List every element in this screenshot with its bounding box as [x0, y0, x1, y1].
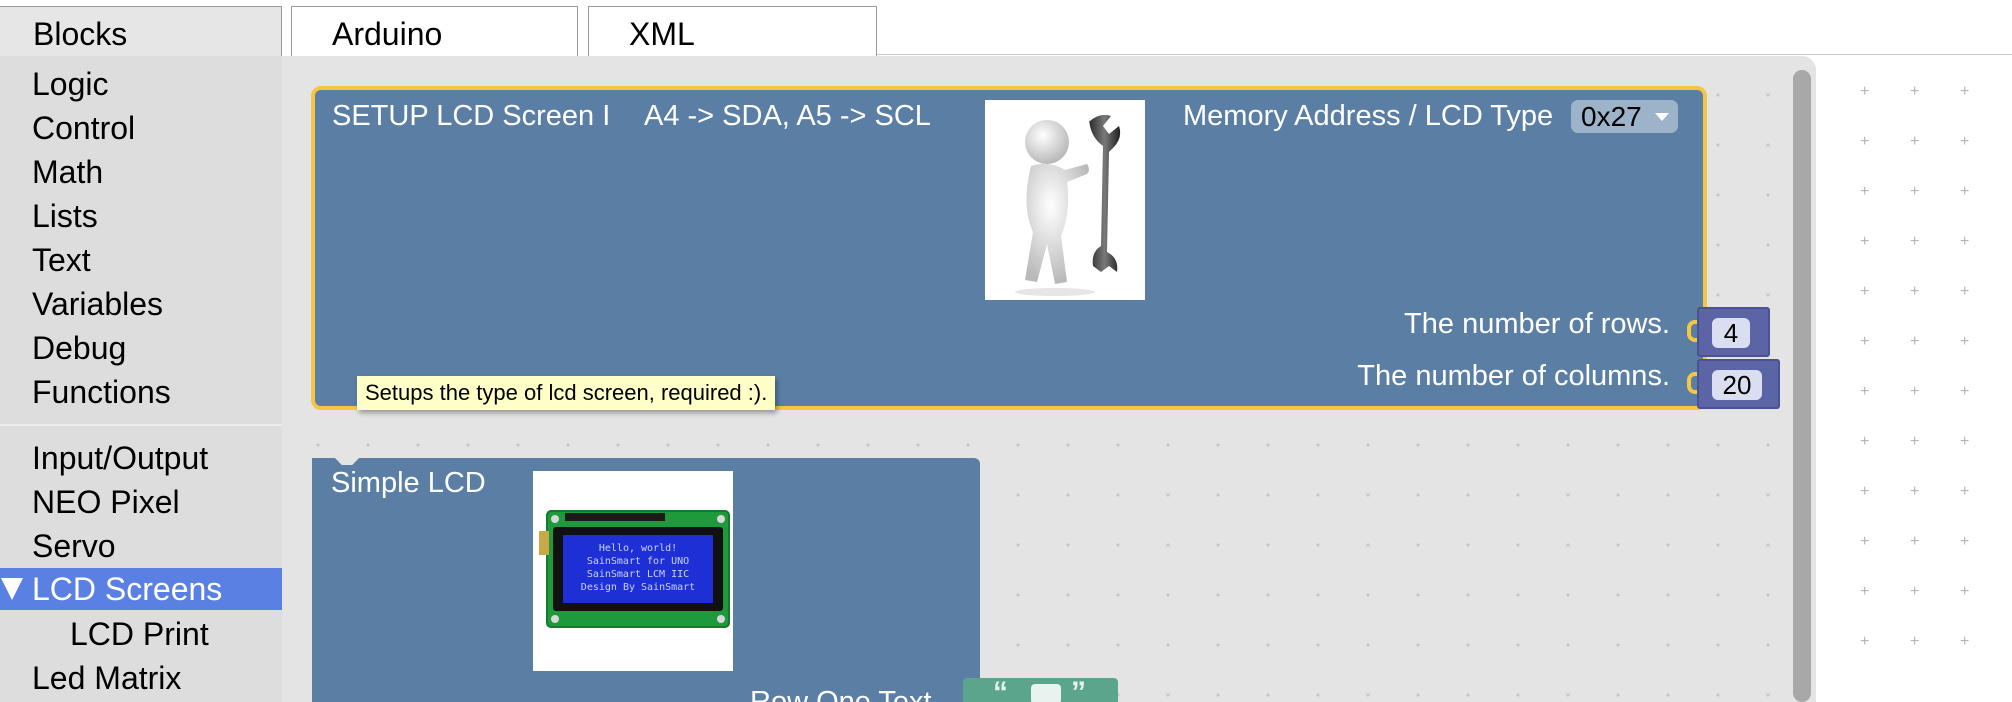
grid-plus-icon: + — [1860, 83, 1870, 100]
workspace-vertical-scrollbar[interactable] — [1793, 70, 1811, 702]
tab-blocks[interactable]: Blocks — [0, 6, 282, 56]
chevron-down-icon — [1654, 113, 1669, 121]
grid-plus-icon: + — [1860, 283, 1870, 300]
columns-number-field[interactable]: 20 — [1712, 370, 1762, 400]
toolbox-category-text[interactable]: Text — [32, 240, 91, 280]
toolbox-category-neo-pixel[interactable]: NEO Pixel — [32, 482, 180, 522]
toolbox-selected-label: LCD Screens — [32, 571, 223, 607]
grid-plus-icon: + — [1910, 633, 1920, 650]
columns-label: The number of columns. — [1357, 360, 1670, 392]
tab-divider — [877, 54, 2012, 55]
lcd-line-1: Hello, world! — [599, 543, 677, 554]
grid-plus-icon: + — [1960, 133, 1970, 150]
lcd-type-dropdown-value: 0x27 — [1581, 101, 1642, 132]
rows-number-block[interactable]: 4 — [1697, 307, 1770, 357]
toolbox-category-lcd-screens[interactable]: LCD Screens — [0, 568, 282, 610]
toolbox-category-led-matrix[interactable]: Led Matrix — [32, 658, 181, 698]
row-one-text-label: Row One Text — [750, 686, 932, 702]
grid-plus-icon: + — [1960, 433, 1970, 450]
memory-address-label: Memory Address / LCD Type — [1183, 100, 1554, 132]
workspace-margin: + + + + + + + + + + + + + + + + + + + + … — [1816, 56, 2012, 702]
tab-xml[interactable]: XML — [588, 6, 877, 56]
grid-plus-icon: + — [1960, 483, 1970, 500]
grid-plus-icon: + — [1860, 483, 1870, 500]
grid-plus-icon: + — [1860, 583, 1870, 600]
grid-plus-icon: + — [1910, 233, 1920, 250]
grid-plus-icon: + — [1860, 383, 1870, 400]
grid-plus-icon: + — [1860, 133, 1870, 150]
grid-plus-icon: + — [1910, 283, 1920, 300]
grid-plus-icon: + — [1910, 133, 1920, 150]
close-quote-icon: ” — [1071, 676, 1086, 702]
grid-plus-icon: + — [1960, 383, 1970, 400]
rows-number-field[interactable]: 4 — [1712, 318, 1750, 348]
grid-plus-icon: + — [1860, 533, 1870, 550]
toolbox-category-servo[interactable]: Servo — [32, 526, 116, 566]
toolbox-category-debug[interactable]: Debug — [32, 328, 126, 368]
setup-lcd-block[interactable]: SETUP LCD Screen I A4 -> SDA, A5 -> SCL — [311, 86, 1707, 410]
grid-plus-icon: + — [1960, 183, 1970, 200]
grid-plus-icon: + — [1910, 383, 1920, 400]
grid-plus-icon: + — [1860, 633, 1870, 650]
grid-plus-icon: + — [1860, 333, 1870, 350]
grid-plus-icon: + — [1910, 483, 1920, 500]
text-string-block[interactable]: “ ” — [963, 676, 1118, 702]
block-tooltip: Setups the type of lcd screen, required … — [357, 376, 776, 410]
grid-plus-icon: + — [1960, 333, 1970, 350]
grid-plus-icon: + — [1910, 433, 1920, 450]
toolbox-category-functions[interactable]: Functions — [32, 372, 171, 412]
toolbox-subcategory-lcd-print[interactable]: LCD Print — [70, 614, 209, 654]
lcd-type-dropdown[interactable]: 0x27 — [1571, 100, 1678, 133]
grid-plus-icon: + — [1960, 533, 1970, 550]
lcd-line-4: Design By SainSmart — [581, 582, 695, 593]
lcd-module-image: Hello, world! SainSmart for UNO SainSmar… — [533, 471, 733, 671]
text-string-field[interactable] — [1031, 684, 1061, 702]
toolbox-category-logic[interactable]: Logic — [32, 64, 109, 104]
open-quote-icon: “ — [993, 676, 1008, 702]
grid-plus-icon: + — [1960, 633, 1970, 650]
grid-plus-icon: + — [1860, 183, 1870, 200]
grid-plus-icon: + — [1860, 233, 1870, 250]
toolbox-category-variables[interactable]: Variables — [32, 284, 163, 324]
grid-plus-icon: + — [1910, 83, 1920, 100]
toolbox-category-input-output[interactable]: Input/Output — [32, 438, 208, 478]
grid-plus-icon: + — [1910, 333, 1920, 350]
toolbox-category-lists[interactable]: Lists — [32, 196, 98, 236]
simple-lcd-title: Simple LCD — [331, 467, 486, 499]
grid-plus-icon: + — [1860, 433, 1870, 450]
expand-triangle-icon[interactable] — [1, 578, 23, 600]
grid-plus-icon: + — [1960, 583, 1970, 600]
toolbox: Logic Control Math Lists Text Variables … — [0, 56, 282, 702]
setup-figure-with-wrench-image — [985, 100, 1145, 300]
lcd-line-2: SainSmart for UNO — [587, 556, 689, 567]
toolbox-separator — [0, 424, 282, 426]
lcd-line-3: SainSmart LCM IIC — [587, 569, 689, 580]
simple-lcd-block[interactable]: Simple LCD Hello, world! SainSmart for U… — [312, 457, 980, 702]
grid-plus-icon: + — [1910, 533, 1920, 550]
grid-plus-icon: + — [1910, 183, 1920, 200]
toolbox-category-control[interactable]: Control — [32, 108, 135, 148]
setup-lcd-title: SETUP LCD Screen I — [332, 100, 611, 132]
grid-plus-icon: + — [1960, 83, 1970, 100]
toolbox-category-math[interactable]: Math — [32, 152, 103, 192]
columns-number-block[interactable]: 20 — [1697, 359, 1780, 409]
setup-lcd-pins-label: A4 -> SDA, A5 -> SCL — [644, 100, 931, 132]
tab-arduino[interactable]: Arduino — [291, 6, 578, 56]
block-top-notch — [334, 457, 360, 465]
grid-plus-icon: + — [1910, 583, 1920, 600]
grid-plus-icon: + — [1960, 283, 1970, 300]
grid-plus-icon: + — [1960, 233, 1970, 250]
rows-label: The number of rows. — [1404, 308, 1670, 340]
